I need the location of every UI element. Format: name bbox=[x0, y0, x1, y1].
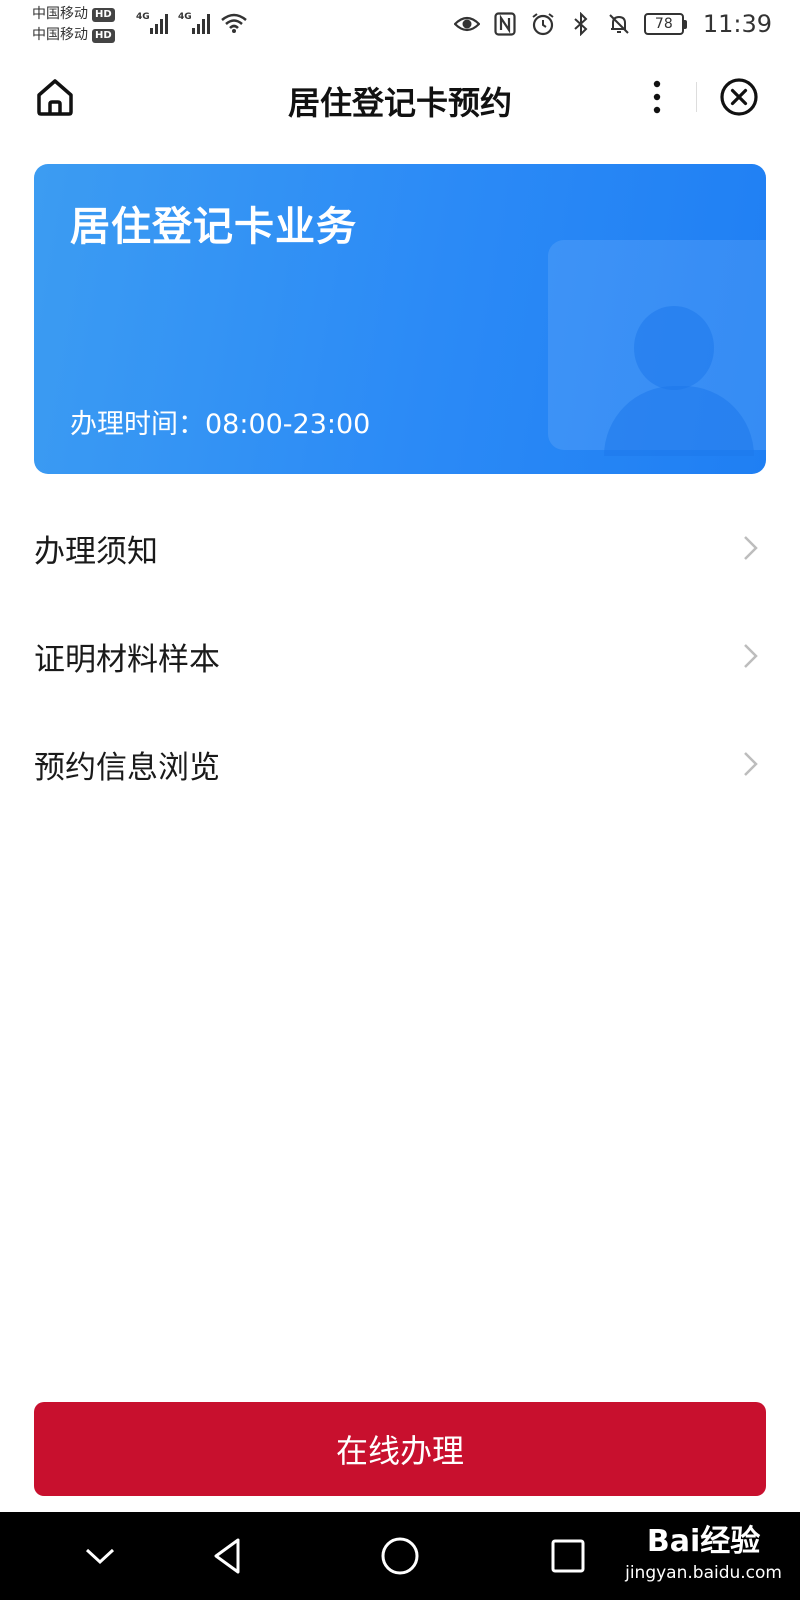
apply-online-button[interactable]: 在线办理 bbox=[34, 1402, 766, 1496]
wifi-icon bbox=[221, 13, 247, 33]
signal-strength-icon: 4G bbox=[136, 12, 168, 34]
more-icon[interactable] bbox=[642, 76, 672, 118]
back-icon[interactable] bbox=[206, 1534, 250, 1578]
recents-icon[interactable] bbox=[546, 1534, 590, 1578]
down-arrow-icon[interactable] bbox=[78, 1534, 122, 1578]
hd-badge: HD bbox=[92, 28, 115, 43]
alarm-icon bbox=[530, 11, 556, 37]
menu-list: 办理须知 证明材料样本 预约信息浏览 bbox=[0, 494, 800, 818]
page-title: 居住登记卡预约 bbox=[287, 84, 512, 122]
home-circle-icon[interactable] bbox=[378, 1534, 422, 1578]
baidu-jingyan-watermark: Bai经验 jingyan.baidu.com bbox=[625, 1522, 782, 1584]
nav-divider bbox=[696, 82, 697, 112]
nav-bar: 居住登记卡预约 bbox=[0, 62, 800, 132]
network-type: 4G bbox=[178, 12, 192, 22]
bluetooth-icon bbox=[568, 11, 594, 37]
menu-item-label: 办理须知 bbox=[34, 533, 158, 570]
nfc-icon bbox=[492, 11, 518, 37]
carrier-info: 中国移动 HD 中国移动 HD bbox=[32, 4, 115, 46]
banner-title: 居住登记卡业务 bbox=[70, 204, 357, 250]
menu-item-notice[interactable]: 办理须知 bbox=[0, 494, 800, 602]
chevron-right-icon bbox=[744, 644, 758, 668]
watermark-url: jingyan.baidu.com bbox=[625, 1563, 782, 1583]
menu-item-sample-documents[interactable]: 证明材料样本 bbox=[0, 602, 800, 710]
eye-icon bbox=[453, 11, 480, 37]
signal-strength-icon: 4G bbox=[178, 12, 210, 34]
business-hours: 办理时间：08:00-23:00 bbox=[70, 409, 371, 440]
network-type: 4G bbox=[136, 12, 150, 22]
close-icon[interactable] bbox=[718, 76, 760, 118]
chevron-right-icon bbox=[744, 752, 758, 776]
mute-icon bbox=[606, 11, 632, 37]
battery-indicator: 78 bbox=[643, 13, 687, 35]
signal-indicators: 4G 4G bbox=[136, 12, 248, 34]
carrier-name-2: 中国移动 bbox=[32, 27, 88, 43]
service-banner: 居住登记卡业务 办理时间：08:00-23:00 bbox=[34, 164, 766, 474]
battery-level: 78 bbox=[643, 13, 684, 35]
hd-badge: HD bbox=[92, 7, 115, 22]
menu-item-label: 预约信息浏览 bbox=[34, 749, 220, 786]
status-icons: 78 11:39 bbox=[453, 10, 772, 38]
system-nav-bar: Bai经验 jingyan.baidu.com bbox=[0, 1512, 800, 1600]
status-time: 11:39 bbox=[702, 10, 772, 38]
menu-item-appointment-info[interactable]: 预约信息浏览 bbox=[0, 710, 800, 818]
avatar-silhouette-icon bbox=[634, 306, 714, 390]
watermark-logo-text: Bai经验 bbox=[646, 1524, 761, 1559]
menu-item-label: 证明材料样本 bbox=[34, 641, 220, 678]
chevron-right-icon bbox=[744, 536, 758, 560]
status-bar: 中国移动 HD 中国移动 HD 4G 4G 78 11:39 bbox=[0, 0, 800, 50]
carrier-name-1: 中国移动 bbox=[32, 6, 88, 22]
